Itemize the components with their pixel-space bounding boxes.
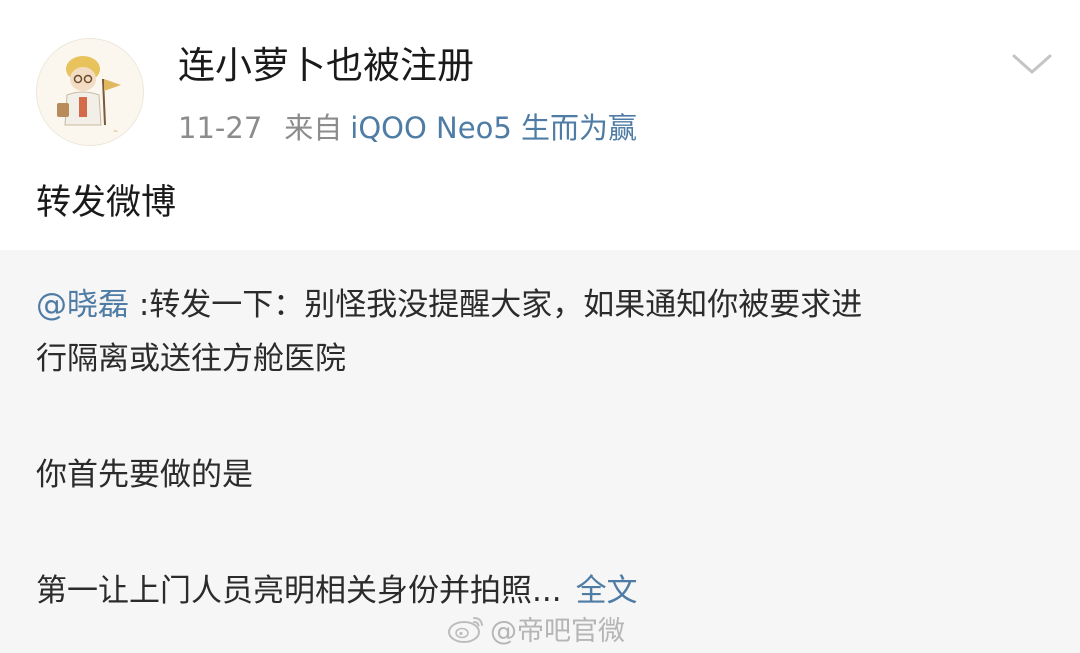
quoted-line-1: @晓磊 :转发一下：别怪我没提醒大家，如果通知你被要求进 [36, 282, 862, 328]
source-label: 来自 [284, 111, 343, 145]
source-device-link[interactable]: iQOO Neo5 生而为赢 [350, 111, 637, 145]
weibo-post-card: ~ 连小萝卜也被注册 11-27 来自 iQOO Neo5 生而为赢 转发微博 @晓… [0, 0, 1080, 653]
chevron-down-icon[interactable] [1010, 46, 1054, 80]
weibo-logo-icon [448, 617, 483, 643]
quoted-line-4-text: 第一让上门人员亮明相关身份并拍照... [36, 573, 562, 609]
repost-comment: 转发微博 [36, 183, 177, 223]
avatar[interactable]: ~ [36, 38, 144, 146]
post-meta: 11-27 来自 iQOO Neo5 生而为赢 [178, 106, 637, 150]
quoted-line-3: 你首先要做的是 [36, 457, 253, 493]
watermark: @帝吧官微 [446, 608, 625, 648]
author-name[interactable]: 连小萝卜也被注册 [178, 38, 474, 94]
full-text-link[interactable]: 全文 [576, 573, 638, 609]
avatar-illustration-icon: ~ [37, 39, 143, 145]
svg-text:~: ~ [113, 128, 118, 135]
quoted-post[interactable]: @晓磊 :转发一下：别怪我没提醒大家，如果通知你被要求进 行隔离或送往方舱医院 … [0, 250, 1080, 653]
post-date: 11-27 [178, 111, 263, 145]
quoted-line-1-text: :转发一下：别怪我没提醒大家，如果通知你被要求进 [138, 287, 863, 323]
watermark-text: @帝吧官微 [490, 615, 625, 647]
mention-link[interactable]: @晓磊 [36, 287, 129, 323]
quoted-line-2: 行隔离或送往方舱医院 [36, 341, 346, 377]
post-header: ~ 连小萝卜也被注册 11-27 来自 iQOO Neo5 生而为赢 [0, 0, 1080, 160]
